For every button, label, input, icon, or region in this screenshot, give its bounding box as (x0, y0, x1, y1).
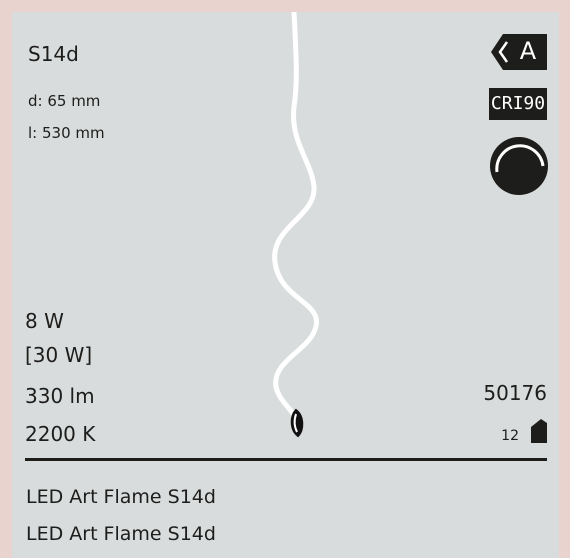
product-name-1: LED Art Flame S14d (26, 486, 216, 508)
luminous-flux: 330 lm (25, 384, 95, 408)
base-type: S14d (28, 42, 79, 66)
energy-class-label: A (519, 37, 537, 65)
color-temperature: 2200 K (25, 422, 96, 446)
diameter-label: d: 65 mm (28, 92, 101, 110)
length-label: l: 530 mm (28, 124, 105, 142)
dimmable-icon (490, 137, 548, 195)
led-filament-bulb (272, 12, 319, 438)
cri-badge: CRI90 (489, 88, 547, 120)
pack-quantity: 12 (501, 428, 519, 444)
equivalent-wattage: [30 W] (25, 343, 93, 367)
product-name-2: LED Art Flame S14d (26, 523, 216, 545)
product-code: 50176 (483, 381, 547, 405)
wattage: 8 W (25, 309, 64, 333)
divider (25, 458, 547, 461)
energy-class-badge: A (491, 34, 547, 70)
package-box-icon (531, 419, 547, 443)
product-card: S14d d: 65 mm l: 530 mm A CRI90 8 W [30 … (12, 12, 559, 558)
